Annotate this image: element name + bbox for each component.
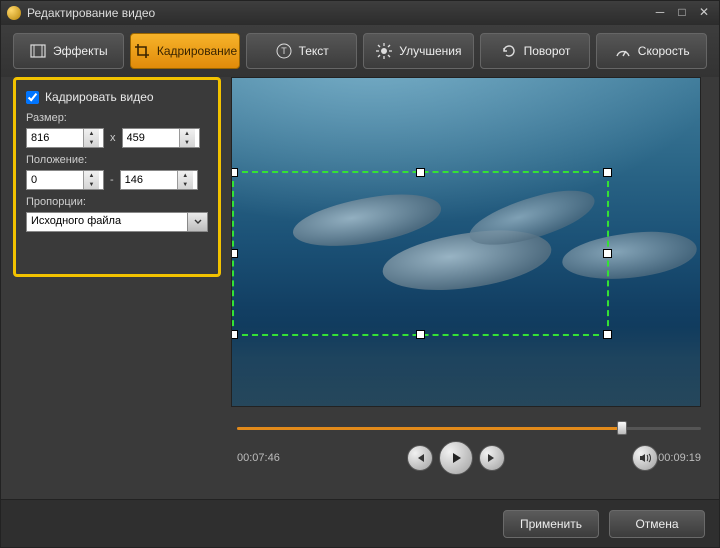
rotate-icon: [500, 42, 518, 60]
up-icon[interactable]: ▲: [84, 171, 99, 180]
tab-speed[interactable]: Скорость: [596, 33, 707, 69]
seek-fill: [237, 427, 622, 430]
crop-handle-w[interactable]: [231, 249, 238, 258]
tab-label: Текст: [299, 44, 329, 58]
down-icon[interactable]: ▼: [84, 180, 99, 189]
crop-handle-s[interactable]: [416, 330, 425, 339]
down-icon[interactable]: ▼: [178, 180, 193, 189]
dash-separator: -: [110, 174, 114, 186]
sun-icon: [375, 42, 393, 60]
crop-handle-nw[interactable]: [231, 168, 238, 177]
aspect-select[interactable]: Исходного файла: [26, 212, 208, 232]
play-button[interactable]: [439, 441, 473, 475]
close-icon[interactable]: ✕: [695, 6, 713, 20]
text-icon: T: [275, 42, 293, 60]
window-title: Редактирование видео: [27, 6, 647, 20]
posx-input[interactable]: [27, 171, 83, 189]
tab-enhance[interactable]: Улучшения: [363, 33, 474, 69]
width-spinner[interactable]: ▲▼: [26, 128, 104, 148]
crop-checkbox[interactable]: [26, 91, 39, 104]
up-icon[interactable]: ▲: [180, 129, 195, 138]
tab-effects[interactable]: Эффекты: [13, 33, 124, 69]
seek-slider[interactable]: [237, 421, 701, 435]
crop-icon: [133, 42, 151, 60]
position-label: Положение:: [26, 154, 208, 166]
footer: Применить Отмена: [1, 499, 719, 547]
apply-button[interactable]: Применить: [503, 510, 599, 538]
position-row: ▲▼ - ▲▼: [26, 170, 208, 190]
tab-label: Эффекты: [53, 44, 108, 58]
next-button[interactable]: [479, 445, 505, 471]
size-row: ▲▼ x ▲▼: [26, 128, 208, 148]
posy-spinner[interactable]: ▲▼: [120, 170, 198, 190]
width-input[interactable]: [27, 129, 83, 147]
tab-text[interactable]: T Текст: [246, 33, 357, 69]
tab-label: Кадрирование: [157, 44, 237, 58]
crop-panel: Кадрировать видео Размер: ▲▼ x ▲▼ Положе…: [13, 77, 221, 277]
body: Кадрировать видео Размер: ▲▼ x ▲▼ Положе…: [1, 77, 719, 499]
down-icon[interactable]: ▼: [84, 138, 99, 147]
preview-column: 00:07:46 00:09:19: [231, 77, 707, 491]
crop-handle-n[interactable]: [416, 168, 425, 177]
up-icon[interactable]: ▲: [84, 129, 99, 138]
posy-input[interactable]: [121, 171, 177, 189]
size-label: Размер:: [26, 112, 208, 124]
posx-spinner[interactable]: ▲▼: [26, 170, 104, 190]
aspect-label: Пропорции:: [26, 196, 208, 208]
tab-rotate[interactable]: Поворот: [480, 33, 591, 69]
seabed: [232, 326, 700, 406]
crop-rectangle[interactable]: [232, 171, 609, 336]
speed-icon: [614, 42, 632, 60]
tab-crop[interactable]: Кадрирование: [130, 33, 241, 69]
time-row: 00:07:46 00:09:19: [231, 441, 707, 475]
height-spinner[interactable]: ▲▼: [122, 128, 200, 148]
maximize-icon[interactable]: □: [673, 6, 691, 20]
minimize-icon[interactable]: ─: [651, 6, 669, 20]
tab-bar: Эффекты Кадрирование T Текст Улучшения П…: [1, 25, 719, 77]
tab-label: Скорость: [638, 44, 690, 58]
chevron-down-icon[interactable]: [188, 212, 208, 232]
x-separator: x: [110, 132, 116, 144]
cancel-button[interactable]: Отмена: [609, 510, 705, 538]
volume-button[interactable]: [632, 445, 658, 471]
app-icon: [7, 6, 21, 20]
aspect-value: Исходного файла: [26, 212, 188, 232]
crop-handle-ne[interactable]: [603, 168, 612, 177]
video-preview[interactable]: [231, 77, 701, 407]
current-time: 00:07:46: [237, 452, 280, 464]
prev-button[interactable]: [407, 445, 433, 471]
crop-handle-se[interactable]: [603, 330, 612, 339]
height-input[interactable]: [123, 129, 179, 147]
film-icon: [29, 42, 47, 60]
playback-controls: [280, 441, 632, 475]
crop-handle-sw[interactable]: [231, 330, 238, 339]
tab-label: Поворот: [524, 44, 571, 58]
crop-enable-label: Кадрировать видео: [45, 90, 154, 104]
seek-thumb[interactable]: [617, 421, 627, 435]
total-time: 00:09:19: [658, 452, 701, 464]
crop-handle-e[interactable]: [603, 249, 612, 258]
down-icon[interactable]: ▼: [180, 138, 195, 147]
up-icon[interactable]: ▲: [178, 171, 193, 180]
titlebar: Редактирование видео ─ □ ✕: [1, 1, 719, 25]
svg-text:T: T: [281, 46, 287, 56]
video-edit-window: Редактирование видео ─ □ ✕ Эффекты Кадри…: [0, 0, 720, 548]
tab-label: Улучшения: [399, 44, 461, 58]
left-column: Кадрировать видео Размер: ▲▼ x ▲▼ Положе…: [13, 77, 221, 491]
crop-enable[interactable]: Кадрировать видео: [26, 90, 208, 104]
